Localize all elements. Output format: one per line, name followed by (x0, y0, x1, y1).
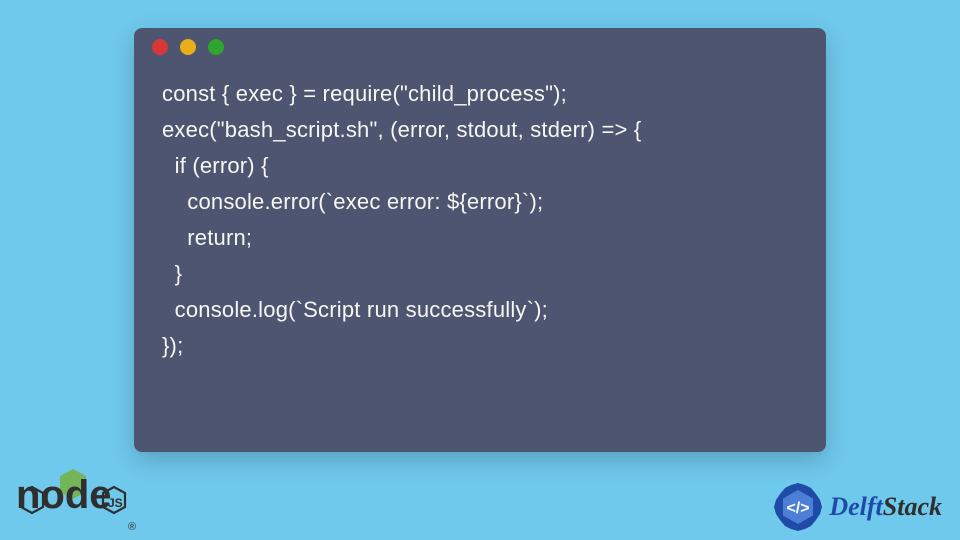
code-line: exec("bash_script.sh", (error, stdout, s… (162, 112, 798, 148)
close-icon[interactable] (152, 39, 168, 55)
code-body: const { exec } = require("child_process"… (134, 66, 826, 364)
code-line: return; (162, 220, 798, 256)
code-line: if (error) { (162, 148, 798, 184)
code-line: const { exec } = require("child_process"… (162, 76, 798, 112)
node-logo: JS node ® (8, 466, 138, 538)
logo-text: DelftStack (829, 492, 942, 522)
registered-mark: ® (128, 521, 136, 533)
code-line: } (162, 256, 798, 292)
node-word: node (16, 473, 112, 517)
code-line: }); (162, 328, 798, 364)
titlebar (134, 28, 826, 66)
minimize-icon[interactable] (180, 39, 196, 55)
gear-code-icon: </> (771, 480, 825, 534)
delftstack-logo: </> DelftStack (771, 480, 942, 534)
code-line: console.log(`Script run successfully`); (162, 292, 798, 328)
nodejs-icon: JS node ® (8, 466, 138, 538)
svg-text:</>: </> (787, 500, 810, 517)
code-window: const { exec } = require("child_process"… (134, 28, 826, 452)
maximize-icon[interactable] (208, 39, 224, 55)
code-line: console.error(`exec error: ${error}`); (162, 184, 798, 220)
